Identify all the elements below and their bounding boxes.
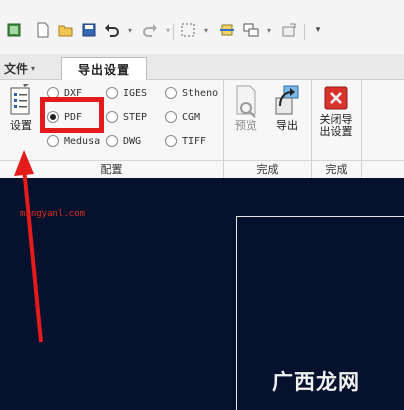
customize-toolbar-icon[interactable]: ▾ [310, 22, 326, 38]
ribbon-tab-bar: 文件 ▾ 导出设置 [0, 54, 404, 81]
radio-label: Stheno [182, 87, 219, 99]
quick-access-toolbar: ▾ ▾ ▾ ▾ ▾ [0, 0, 404, 54]
radio-tiff[interactable]: TIFF [165, 133, 206, 149]
brand-watermark: 广西龙网 [272, 370, 360, 394]
watermark-url: mingyanl.com [20, 209, 86, 219]
radio-label: DWG [123, 135, 142, 147]
undo-dropdown-icon[interactable]: ▾ [122, 22, 138, 38]
tab-file[interactable]: 文件 ▾ [4, 58, 56, 78]
radio-stheno[interactable]: Stheno [165, 85, 218, 101]
preview-label: 预览 [235, 119, 257, 132]
radio-iges[interactable]: IGES [106, 85, 147, 101]
export-button[interactable]: 导出 [270, 84, 304, 132]
toolbar-separator [173, 24, 174, 40]
radio-circle [165, 87, 177, 99]
export-icon [275, 85, 299, 115]
settings-list-icon [10, 84, 30, 115]
toolbar-separator [304, 24, 305, 40]
export-label: 导出 [276, 119, 298, 132]
radio-circle [165, 111, 177, 123]
regenerate-icon[interactable] [219, 22, 235, 38]
radio-dwg[interactable]: DWG [106, 133, 141, 149]
close-icon [324, 86, 348, 110]
select-box-icon[interactable] [180, 22, 196, 38]
group-label-config: 配置 [0, 160, 223, 177]
chevron-down-icon: ▾ [31, 63, 36, 73]
radio-circle [47, 135, 59, 147]
radio-label: Medusa [64, 135, 101, 147]
windows-icon[interactable] [243, 22, 259, 38]
select-dropdown-icon[interactable]: ▾ [198, 22, 214, 38]
radio-circle [106, 87, 118, 99]
radio-circle [106, 135, 118, 147]
radio-label: IGES [123, 87, 148, 99]
open-folder-icon[interactable] [58, 22, 74, 38]
undo-icon[interactable] [104, 22, 120, 38]
close-export-settings-button[interactable]: 关闭导 出设置 [313, 84, 359, 138]
group-label-finish: 完成 [312, 160, 361, 177]
tab-file-label: 文件 [4, 61, 29, 76]
radio-cgm[interactable]: CGM [165, 109, 200, 125]
group-label-empty [362, 160, 404, 177]
radio-label: TIFF [182, 135, 207, 147]
preview-button[interactable]: 预览 [229, 84, 263, 132]
redo-icon[interactable] [142, 22, 158, 38]
pdf-highlight-box [40, 97, 104, 133]
settings-label: 设置 [10, 119, 32, 132]
radio-medusa[interactable]: Medusa [47, 133, 100, 149]
radio-circle [106, 111, 118, 123]
save-icon[interactable] [81, 22, 97, 38]
radio-label: CGM [182, 111, 201, 123]
tab-export-settings[interactable]: 导出设置 [61, 57, 147, 81]
app-icon[interactable] [6, 22, 22, 38]
close-label-line2: 出设置 [319, 125, 353, 138]
radio-label: STEP [123, 111, 148, 123]
drawing-canvas[interactable]: mingyanl.com 广西龙网 [0, 178, 404, 410]
group-label-finish: 完成 [224, 160, 311, 177]
preview-icon [236, 85, 256, 118]
close-window-icon[interactable] [281, 22, 297, 38]
windows-dropdown-icon[interactable]: ▾ [261, 22, 277, 38]
radio-circle [165, 135, 177, 147]
new-file-icon[interactable] [35, 22, 51, 38]
settings-button[interactable]: 设置 [6, 84, 36, 132]
radio-step[interactable]: STEP [106, 109, 147, 125]
